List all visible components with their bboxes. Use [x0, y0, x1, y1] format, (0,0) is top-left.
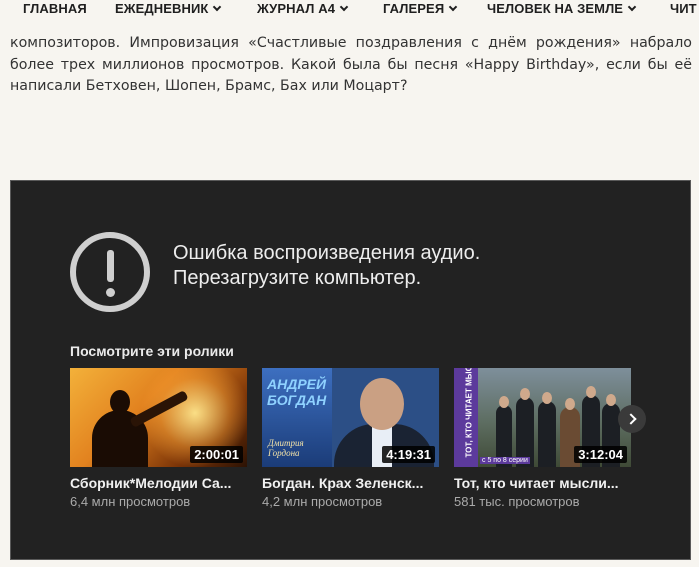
nav-item-gallery[interactable]: ГАЛЕРЕЯ	[383, 1, 458, 16]
nav-item-label: ГАЛЕРЕЯ	[383, 1, 445, 16]
nav-item-read[interactable]: ЧИТ	[670, 1, 697, 16]
chevron-down-icon	[339, 2, 349, 12]
article-body: композиторов. Импровизация «Счастливые п…	[10, 33, 692, 98]
nav-item-label: ГЛАВНАЯ	[23, 1, 87, 16]
thumbnail-logo: Дмитрия Гордона	[268, 438, 304, 458]
video-duration: 4:19:31	[382, 446, 435, 463]
video-thumbnail[interactable]: АНДРЕЙ БОГДАН Дмитрия Гордона 4:19:31	[262, 368, 439, 467]
video-duration: 3:12:04	[574, 446, 627, 463]
nav-item-label: ЧЕЛОВЕК НА ЗЕМЛЕ	[487, 1, 624, 16]
thumbnail-caption: АНДРЕЙ БОГДАН	[267, 376, 327, 408]
error-line-2: Перезагрузите компьютер.	[173, 267, 422, 289]
nav-item-label: ЖУРНАЛ А4	[257, 1, 336, 16]
video-views: 6,4 млн просмотров	[70, 494, 191, 509]
video-duration: 2:00:01	[190, 446, 243, 463]
nav-item-label: ЧИТ	[670, 1, 697, 16]
video-title[interactable]: Тот, кто читает мысли...	[454, 475, 631, 491]
error-line-1: Ошибка воспроизведения аудио.	[173, 242, 481, 264]
chevron-down-icon	[213, 2, 222, 12]
nav-item-man-on-earth[interactable]: ЧЕЛОВЕК НА ЗЕМЛЕ	[487, 1, 637, 16]
error-message: Ошибка воспроизведения аудио. Перезагруз…	[173, 241, 653, 291]
suggested-video[interactable]: 2:00:01 Сборник*Мелодии Са... 6,4 млн пр…	[70, 368, 247, 509]
next-arrow-button[interactable]	[618, 405, 646, 433]
video-views: 581 тыс. просмотров	[454, 494, 580, 509]
video-thumbnail[interactable]: 2:00:01	[70, 368, 247, 467]
suggestions-title: Посмотрите эти ролики	[70, 343, 234, 359]
chevron-down-icon	[627, 2, 637, 12]
video-title[interactable]: Сборник*Мелодии Са...	[70, 475, 247, 491]
article-paragraph: композиторов. Импровизация «Счастливые п…	[10, 35, 692, 94]
nav-item-diary[interactable]: ЕЖЕДНЕВНИК	[115, 1, 222, 16]
error-icon	[70, 232, 150, 312]
suggested-video[interactable]: АНДРЕЙ БОГДАН Дмитрия Гордона 4:19:31 Бо…	[262, 368, 439, 509]
video-player[interactable]: Ошибка воспроизведения аудио. Перезагруз…	[10, 180, 691, 560]
nav-item-home[interactable]: ГЛАВНАЯ	[23, 1, 87, 16]
top-navigation: ГЛАВНАЯ ЕЖЕДНЕВНИК ЖУРНАЛ А4 ГАЛЕРЕЯ ЧЕЛ…	[0, 0, 699, 22]
suggested-video[interactable]: ТОТ, КТО ЧИТАЕТ МЫСЛИ (МЕНТАЛИСТ) с 5 по…	[454, 368, 631, 509]
video-views: 4,2 млн просмотров	[262, 494, 383, 509]
chevron-down-icon	[449, 2, 458, 12]
thumbnail-series-label: с 5 по 8 серии	[480, 457, 530, 464]
video-thumbnail[interactable]: ТОТ, КТО ЧИТАЕТ МЫСЛИ (МЕНТАЛИСТ) с 5 по…	[454, 368, 631, 467]
nav-item-journal-a4[interactable]: ЖУРНАЛ А4	[257, 1, 349, 16]
video-title[interactable]: Богдан. Крах Зеленск...	[262, 475, 439, 491]
nav-item-label: ЕЖЕДНЕВНИК	[115, 1, 209, 16]
thumbnail-caption: ТОТ, КТО ЧИТАЕТ МЫСЛИ (МЕНТАЛИСТ)	[464, 368, 474, 458]
